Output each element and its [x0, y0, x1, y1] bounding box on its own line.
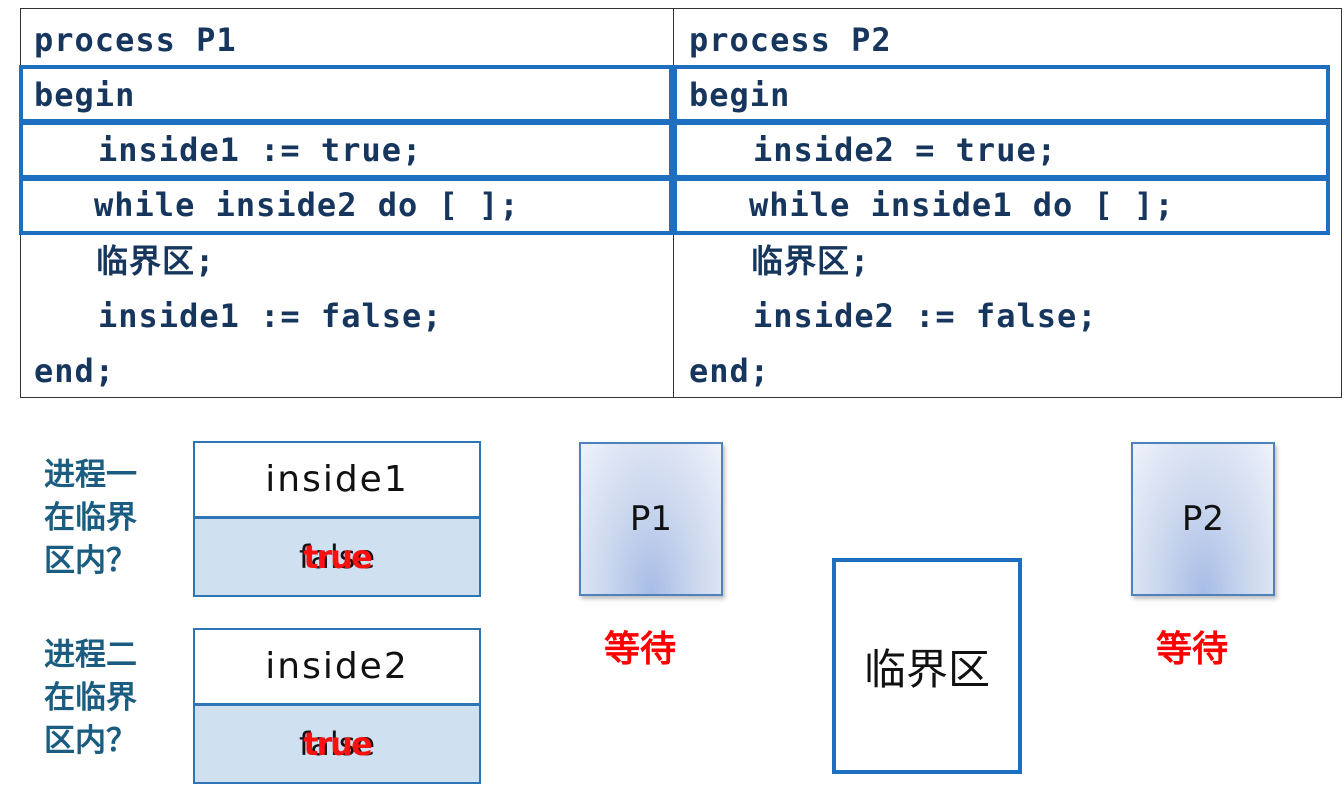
p2-set-highlight	[673, 121, 1330, 179]
question-line: 区内？	[44, 543, 137, 579]
question-line: 在临界	[44, 500, 137, 536]
p2-wait-label: 等待	[1156, 629, 1229, 670]
p2-while-highlight	[673, 177, 1330, 235]
inside2-variable-box: inside2 false true	[193, 628, 481, 784]
variable-name: inside1	[195, 443, 479, 519]
process-label: P1	[629, 499, 673, 539]
p1-while-highlight	[19, 177, 673, 235]
p2-begin-highlight	[673, 65, 1330, 123]
critical-section-box: 临界区	[832, 558, 1022, 774]
question-line: 区内？	[44, 723, 137, 759]
variable-name: inside2	[195, 630, 479, 706]
p1-wait-label: 等待	[604, 629, 677, 670]
process-p1-box: P1	[579, 442, 723, 596]
variable-value-cell: false true	[195, 706, 479, 782]
p2-line-critical: 临界区;	[751, 242, 871, 280]
question-process-two: 进程二 在临界 区内？	[44, 634, 174, 763]
question-line: 进程二	[44, 637, 137, 673]
p1-line-reset-inside1: inside1 := false;	[98, 297, 443, 335]
p1-line-critical: 临界区;	[96, 242, 216, 280]
question-line: 进程一	[44, 457, 137, 493]
process-label: P2	[1181, 499, 1225, 539]
variable-value-cell: false true	[195, 519, 479, 595]
p2-line-end: end;	[689, 352, 771, 390]
inside1-variable-box: inside1 false true	[193, 441, 481, 597]
p2-line-reset-inside2: inside2 := false;	[753, 297, 1098, 335]
p2-header: process P2	[689, 21, 892, 59]
new-value: true	[303, 725, 373, 763]
p1-header: process P1	[34, 21, 237, 59]
p1-begin-highlight	[19, 65, 673, 123]
question-line: 在临界	[44, 680, 137, 716]
question-process-one: 进程一 在临界 区内？	[44, 454, 174, 583]
process-p2-box: P2	[1131, 442, 1275, 596]
p1-line-end: end;	[34, 352, 116, 390]
p1-set-highlight	[19, 121, 673, 179]
critical-section-label: 临界区	[863, 644, 990, 694]
new-value: true	[303, 538, 373, 576]
